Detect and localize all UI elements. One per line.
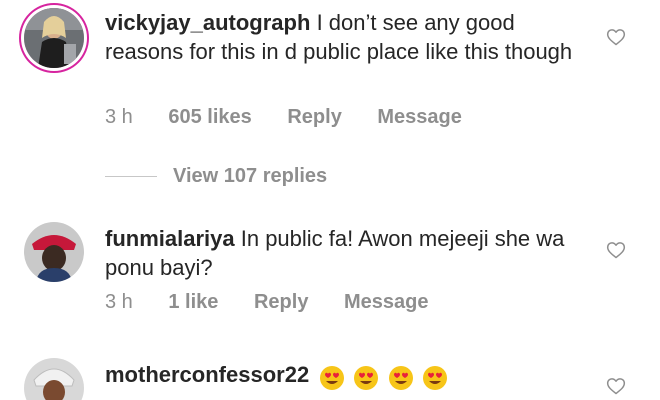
comment-body: motherconfessor22 xyxy=(105,360,575,391)
heart-outline-icon[interactable] xyxy=(606,376,626,396)
comment-likes[interactable]: 1 like xyxy=(168,291,218,314)
comments-feed: vickyjay_autograph I don’t see any good … xyxy=(0,0,660,400)
view-replies-button[interactable]: View 107 replies xyxy=(105,162,327,190)
heart-eyes-emoji-icon xyxy=(388,365,413,390)
avatar[interactable] xyxy=(24,358,84,400)
comment-meta: 3 h 1 like Reply Message xyxy=(105,291,459,314)
heart-outline-icon[interactable] xyxy=(606,27,626,47)
heart-eyes-emoji-icon xyxy=(354,365,379,390)
reply-button[interactable]: Reply xyxy=(287,106,341,129)
comment-meta: 3 h 605 likes Reply Message xyxy=(105,106,492,129)
emoji-group xyxy=(319,362,449,391)
view-replies-label: View 107 replies xyxy=(173,164,328,187)
heart-eyes-emoji-icon xyxy=(422,365,447,390)
message-button[interactable]: Message xyxy=(377,106,462,129)
comment-time: 3 h xyxy=(105,291,133,313)
comment-body: vickyjay_autograph I don’t see any good … xyxy=(105,8,575,66)
comment-username[interactable]: vickyjay_autograph xyxy=(105,10,310,35)
replies-divider xyxy=(105,175,157,177)
comment-time: 3 h xyxy=(105,106,133,128)
reply-button[interactable]: Reply xyxy=(254,291,308,314)
avatar[interactable] xyxy=(24,8,84,68)
comment-username[interactable]: motherconfessor22 xyxy=(105,362,309,387)
comment-username[interactable]: funmialariya xyxy=(105,226,235,251)
heart-eyes-emoji-icon xyxy=(320,365,345,390)
comment-likes[interactable]: 605 likes xyxy=(168,106,251,129)
comment-body: funmialariya In public fa! Awon mejeeji … xyxy=(105,224,575,282)
heart-outline-icon[interactable] xyxy=(606,240,626,260)
avatar[interactable] xyxy=(24,222,84,282)
message-button[interactable]: Message xyxy=(344,291,429,314)
